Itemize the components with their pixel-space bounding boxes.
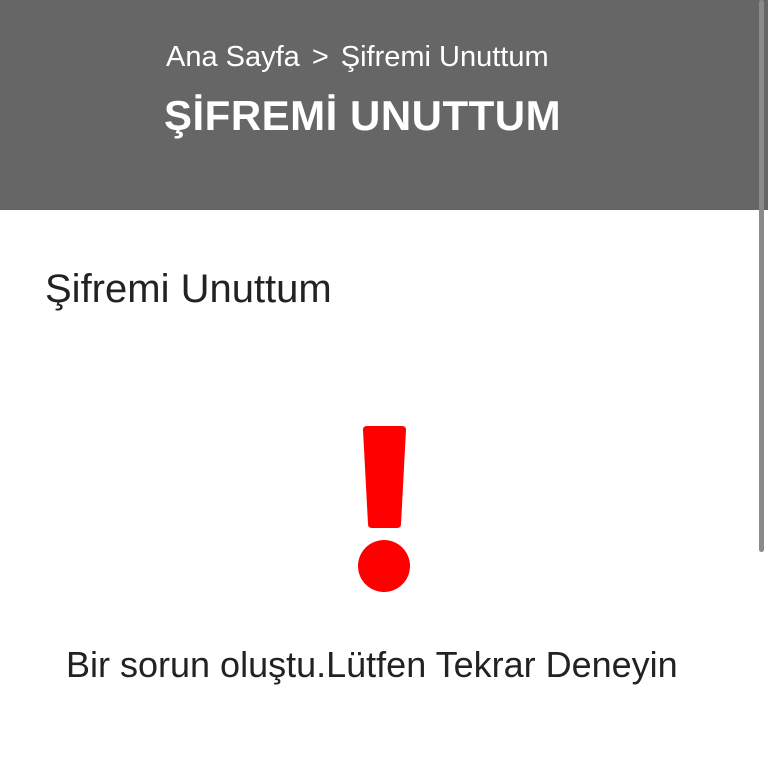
breadcrumb-home-link[interactable]: Ana Sayfa	[166, 38, 300, 76]
section-title: Şifremi Unuttum	[45, 267, 332, 311]
breadcrumb-current: Şifremi Unuttum	[340, 41, 549, 73]
breadcrumb: Ana Sayfa > Şifremi Unuttum	[166, 38, 549, 76]
page-title: ŞİFREMİ UNUTTUM	[164, 92, 562, 139]
breadcrumb-separator: >	[311, 41, 329, 73]
scrollbar-thumb[interactable]	[759, 0, 764, 552]
exclamation-icon	[354, 424, 414, 594]
forgot-password-page: Ana Sayfa > Şifremi Unuttum ŞİFREMİ UNUT…	[0, 0, 768, 768]
page-header: Ana Sayfa > Şifremi Unuttum ŞİFREMİ UNUT…	[0, 0, 768, 210]
error-message: Bir sorun oluştu.Lütfen Tekrar Deneyin	[66, 644, 678, 685]
scrollbar[interactable]	[754, 0, 768, 768]
